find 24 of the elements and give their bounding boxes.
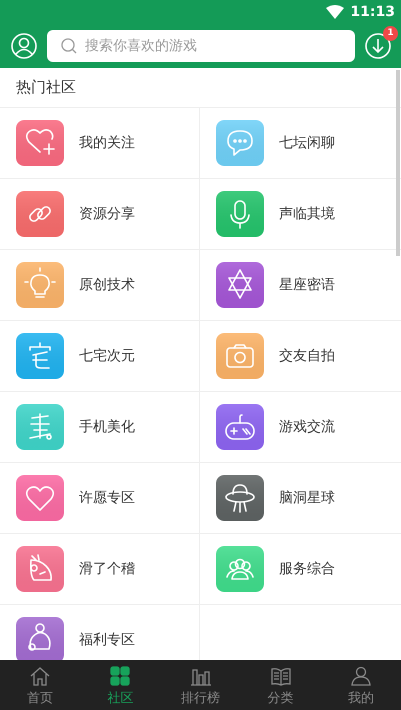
nav-tab[interactable]: 分类 bbox=[240, 660, 321, 710]
forum-item[interactable]: 原创技术 bbox=[0, 250, 200, 321]
nav-tab[interactable]: 排行榜 bbox=[160, 660, 241, 710]
wifi-icon bbox=[326, 5, 344, 19]
notification-badge: 1 bbox=[383, 26, 398, 41]
search-field[interactable]: 搜索你喜欢的游戏 bbox=[47, 30, 355, 62]
forum-item[interactable]: 星座密语 bbox=[200, 250, 401, 321]
forum-item[interactable]: 滑了个稽 bbox=[0, 534, 200, 605]
nav-tab[interactable]: 我的 bbox=[320, 660, 401, 710]
forum-item[interactable]: 脑洞星球 bbox=[200, 463, 401, 534]
forum-item[interactable]: 服务综合 bbox=[200, 534, 401, 605]
forum-item[interactable]: 我的关注 bbox=[0, 108, 200, 179]
forum-item[interactable]: 许愿专区 bbox=[0, 463, 200, 534]
status-time: 11:13 bbox=[350, 4, 395, 20]
forum-item[interactable]: 手机美化 bbox=[0, 392, 200, 463]
forum-item[interactable]: 交友自拍 bbox=[200, 321, 401, 392]
forum-item[interactable]: 七宅次元 bbox=[0, 321, 200, 392]
download-icon[interactable] bbox=[365, 33, 391, 59]
forum-item[interactable]: 游戏交流 bbox=[200, 392, 401, 463]
search-icon bbox=[61, 38, 77, 54]
nav-tab[interactable]: 首页 bbox=[0, 660, 80, 710]
user-icon[interactable] bbox=[11, 33, 37, 59]
nav-tab[interactable]: 社区 bbox=[80, 660, 160, 710]
forum-item[interactable]: 资源分享 bbox=[0, 179, 200, 250]
